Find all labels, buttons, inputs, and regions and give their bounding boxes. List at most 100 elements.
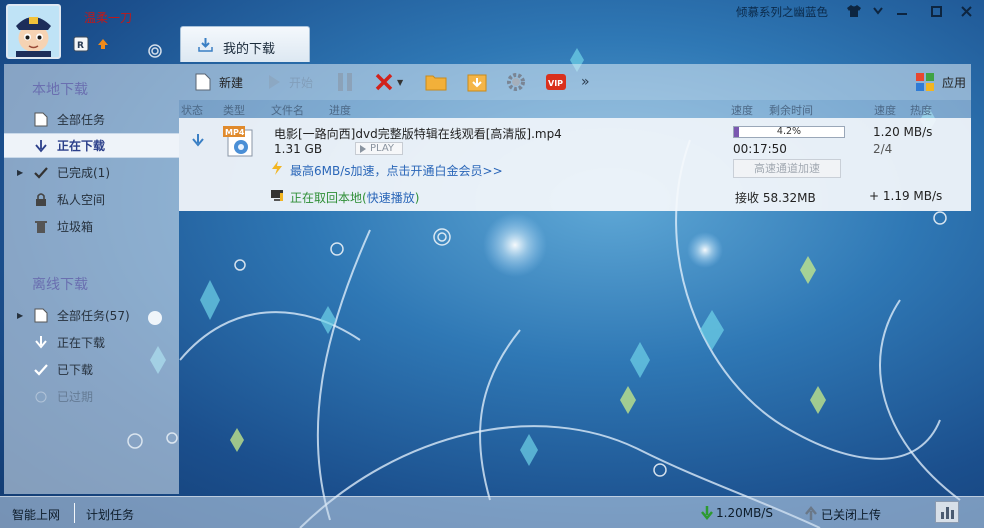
download-arrow-icon (35, 336, 47, 349)
sidebar-item-all-tasks[interactable]: 全部任务 (4, 107, 179, 132)
table-row[interactable]: MP4 电影[一路向西]dvd完整版特辑在线观看[高清版].mp4 1.31 G… (179, 118, 971, 211)
document-icon (34, 308, 48, 323)
local-downloads-title: 本地下载 (32, 82, 88, 98)
new-task-label: 新建 (219, 75, 244, 90)
sidebar-item-trash[interactable]: 垃圾箱 (4, 214, 179, 239)
status-divider (74, 503, 75, 523)
peer-count: 2/4 (873, 142, 893, 156)
delete-x-icon (375, 73, 393, 91)
pause-button[interactable] (337, 70, 353, 94)
column-type[interactable]: 类型 (223, 102, 245, 118)
trash-icon (35, 221, 47, 233)
checkmark-icon (34, 167, 48, 179)
sidebar-item-offline-all-tasks[interactable]: ▶ 全部任务(57) (4, 303, 179, 328)
open-folder-button[interactable] (425, 70, 447, 94)
task-filename[interactable]: 电影[一路向西]dvd完整版特辑在线观看[高清版].mp4 (274, 125, 562, 142)
fast-play-link[interactable]: 快速播放 (367, 191, 415, 205)
sidebar-item-label: 正在下载 (57, 336, 106, 350)
menu-chevron-icon[interactable] (866, 2, 890, 20)
play-icon (269, 75, 280, 89)
sidebar-item-label: 已下载 (57, 363, 94, 377)
download-tray-icon (198, 38, 213, 52)
sidebar-item-private-space[interactable]: 私人空间 (4, 187, 179, 212)
maximize-button[interactable] (924, 2, 948, 20)
scheduled-tasks-button[interactable]: 计划任务 (86, 506, 134, 523)
offline-downloads-title: 离线下载 (32, 277, 88, 293)
document-icon (34, 112, 48, 127)
download-box-icon (467, 74, 487, 92)
speed-chart-button[interactable] (935, 501, 959, 523)
sidebar-item-completed[interactable]: ▶ 已完成(1) (4, 160, 179, 185)
tab-label: 我的下载 (223, 42, 276, 57)
sidebar-item-label: 私人空间 (57, 193, 106, 207)
start-button[interactable]: 开始 (267, 70, 313, 94)
task-size: 1.31 GB (274, 142, 323, 156)
lock-icon (36, 193, 46, 206)
settings-button[interactable] (506, 70, 526, 94)
column-speed-2[interactable]: 速度 (874, 102, 896, 118)
gear-icon (507, 73, 525, 91)
sidebar-item-downloading[interactable]: 正在下载 (4, 133, 179, 158)
download-speed-arrow-icon (701, 506, 713, 520)
sidebar-item-label: 垃圾箱 (57, 220, 94, 234)
task-status-line: 正在取回本地(快速播放) (290, 189, 419, 206)
skin-shirt-icon[interactable] (842, 2, 866, 20)
avatar[interactable] (6, 4, 61, 59)
title-bar: 温柔一刀 R 倾慕系列之幽蓝色 (0, 0, 984, 59)
sidebar-item-label: 全部任务 (57, 113, 106, 127)
download-speed: 1.20 MB/s (873, 125, 933, 139)
upgrade-arrow-icon[interactable] (95, 36, 111, 52)
checkmark-icon (34, 364, 48, 376)
remaining-time: 00:17:50 (733, 142, 787, 156)
sidebar-item-offline-expired[interactable]: 已过期 (4, 384, 179, 409)
more-chevrons-icon[interactable]: » (581, 70, 590, 94)
column-status[interactable]: 状态 (181, 102, 203, 118)
play-button[interactable]: PLAY (355, 142, 403, 155)
column-remaining-time[interactable]: 剩余时间 (769, 102, 813, 118)
skin-name[interactable]: 倾慕系列之幽蓝色 (736, 4, 828, 20)
new-task-button[interactable]: 新建 (195, 70, 243, 94)
import-button[interactable] (467, 70, 487, 94)
close-button[interactable] (954, 2, 978, 20)
column-filename[interactable]: 文件名 (271, 102, 304, 118)
progress-text: 4.2% (776, 126, 802, 137)
progress-bar: 4.2% (733, 126, 845, 138)
upload-arrow-icon (805, 506, 817, 520)
received-amount: 接收 58.32MB (735, 191, 816, 205)
high-speed-accelerate-button[interactable]: 高速通道加速 (733, 159, 841, 178)
mp4-file-icon: MP4 (223, 126, 253, 157)
apps-label: 应用 (942, 75, 967, 90)
file-type-badge: MP4 (225, 128, 245, 137)
pause-icon (338, 73, 352, 91)
delete-dropdown-icon[interactable]: ▼ (397, 78, 403, 87)
username[interactable]: 温柔一刀 (84, 9, 132, 26)
column-popularity[interactable]: 热度 (910, 102, 932, 118)
minimize-button[interactable] (890, 2, 914, 20)
column-speed[interactable]: 速度 (731, 102, 753, 118)
expand-arrow-icon[interactable]: ▶ (17, 168, 23, 177)
delete-button[interactable]: ▼ (375, 70, 403, 94)
monitor-icon (271, 190, 283, 201)
vip-button[interactable]: VIP (545, 70, 567, 94)
tab-my-downloads[interactable]: 我的下载 (180, 26, 310, 62)
task-status-text: 正在取回本地( (290, 191, 367, 205)
sidebar-item-offline-downloaded[interactable]: 已下载 (4, 357, 179, 382)
toolbar: 新建 开始 ▼ VIP » 应用 (179, 64, 971, 100)
status-bar: 智能上网 计划任务 1.20MB/S 已关闭上传 (0, 496, 984, 528)
sidebar-item-label: 全部任务(57) (57, 309, 130, 323)
apps-button[interactable]: 应用 (916, 70, 966, 94)
column-progress[interactable]: 进度 (329, 102, 351, 118)
membership-card-icon[interactable]: R (73, 36, 89, 52)
smart-browsing-button[interactable]: 智能上网 (12, 506, 60, 523)
play-label: PLAY (370, 143, 395, 154)
avatar-police-icon (8, 6, 59, 57)
vip-label: VIP (548, 79, 563, 88)
vip-badge-icon: VIP (546, 74, 566, 90)
accelerate-link[interactable]: 最高6MB/s加速，点击开通白金会员>> (290, 162, 503, 179)
expand-arrow-icon[interactable]: ▶ (17, 311, 23, 320)
sidebar-item-offline-downloading[interactable]: 正在下载 (4, 330, 179, 355)
upload-status[interactable]: 已关闭上传 (821, 506, 881, 523)
new-file-icon (195, 73, 211, 91)
apps-grid-icon (916, 73, 934, 91)
sidebar: 本地下载 全部任务 正在下载 ▶ 已完成(1) 私人空间 垃圾箱 离线下载 ▶ … (4, 64, 179, 494)
